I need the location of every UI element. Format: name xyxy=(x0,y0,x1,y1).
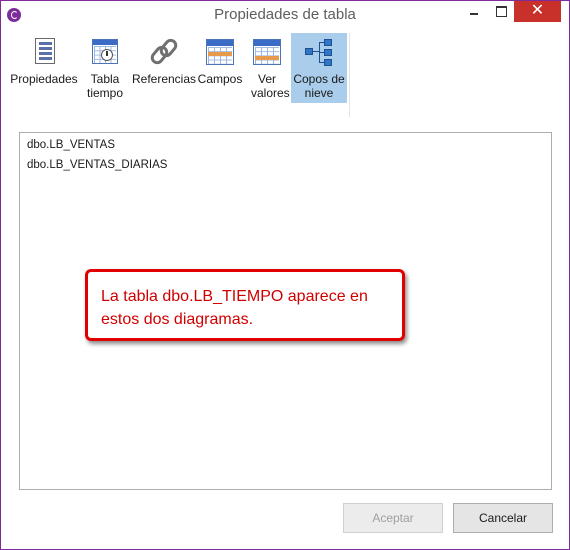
toolbar-item-label: Copos de nieve xyxy=(293,72,345,100)
toolbar-item-label: Campos xyxy=(197,72,243,86)
toolbar-item-references[interactable]: Referencias xyxy=(131,33,197,103)
cancel-button[interactable]: Cancelar xyxy=(453,503,553,533)
maximize-button[interactable] xyxy=(487,1,514,22)
toolbar-item-properties[interactable]: Propiedades xyxy=(9,33,79,103)
minimize-button[interactable] xyxy=(460,1,487,22)
close-icon: ✕ xyxy=(530,2,545,19)
toolbar-item-fields[interactable]: Campos xyxy=(197,33,243,103)
toolbar-item-label: Propiedades xyxy=(10,72,78,86)
chain-link-icon xyxy=(148,36,180,67)
list-item[interactable]: dbo.LB_VENTAS xyxy=(27,139,115,151)
callout-text: La tabla dbo.LB_TIEMPO aparece en estos … xyxy=(101,288,368,328)
close-button[interactable]: ✕ xyxy=(514,1,561,22)
list-item[interactable]: dbo.LB_VENTAS_DIARIAS xyxy=(27,159,167,171)
snowflake-schema-icon xyxy=(304,37,334,67)
time-table-icon xyxy=(90,37,120,67)
fields-table-icon xyxy=(205,37,235,67)
toolbar-item-label: Ver valores xyxy=(251,72,290,100)
toolbar-item-snowflakes[interactable]: Copos de nieve xyxy=(291,33,347,103)
toolbar-item-view-values[interactable]: Ver valores xyxy=(243,33,291,103)
annotation-callout: La tabla dbo.LB_TIEMPO aparece en estos … xyxy=(85,269,405,341)
toolbar-item-label: Referencias xyxy=(131,72,197,86)
toolbar-item-label: Tabla tiempo xyxy=(86,72,124,100)
title-bar: Propiedades de tabla ✕ xyxy=(1,1,569,30)
accept-button[interactable]: Aceptar xyxy=(343,503,443,533)
toolbar: Propiedades Tabla tiempo Referencias Cam… xyxy=(9,31,354,109)
properties-icon xyxy=(29,37,59,67)
values-table-icon xyxy=(252,37,282,67)
toolbar-item-time-table[interactable]: Tabla tiempo xyxy=(79,33,131,103)
table-properties-window: Propiedades de tabla ✕ Propiedades Tabla… xyxy=(0,0,570,550)
toolbar-separator xyxy=(349,33,350,117)
